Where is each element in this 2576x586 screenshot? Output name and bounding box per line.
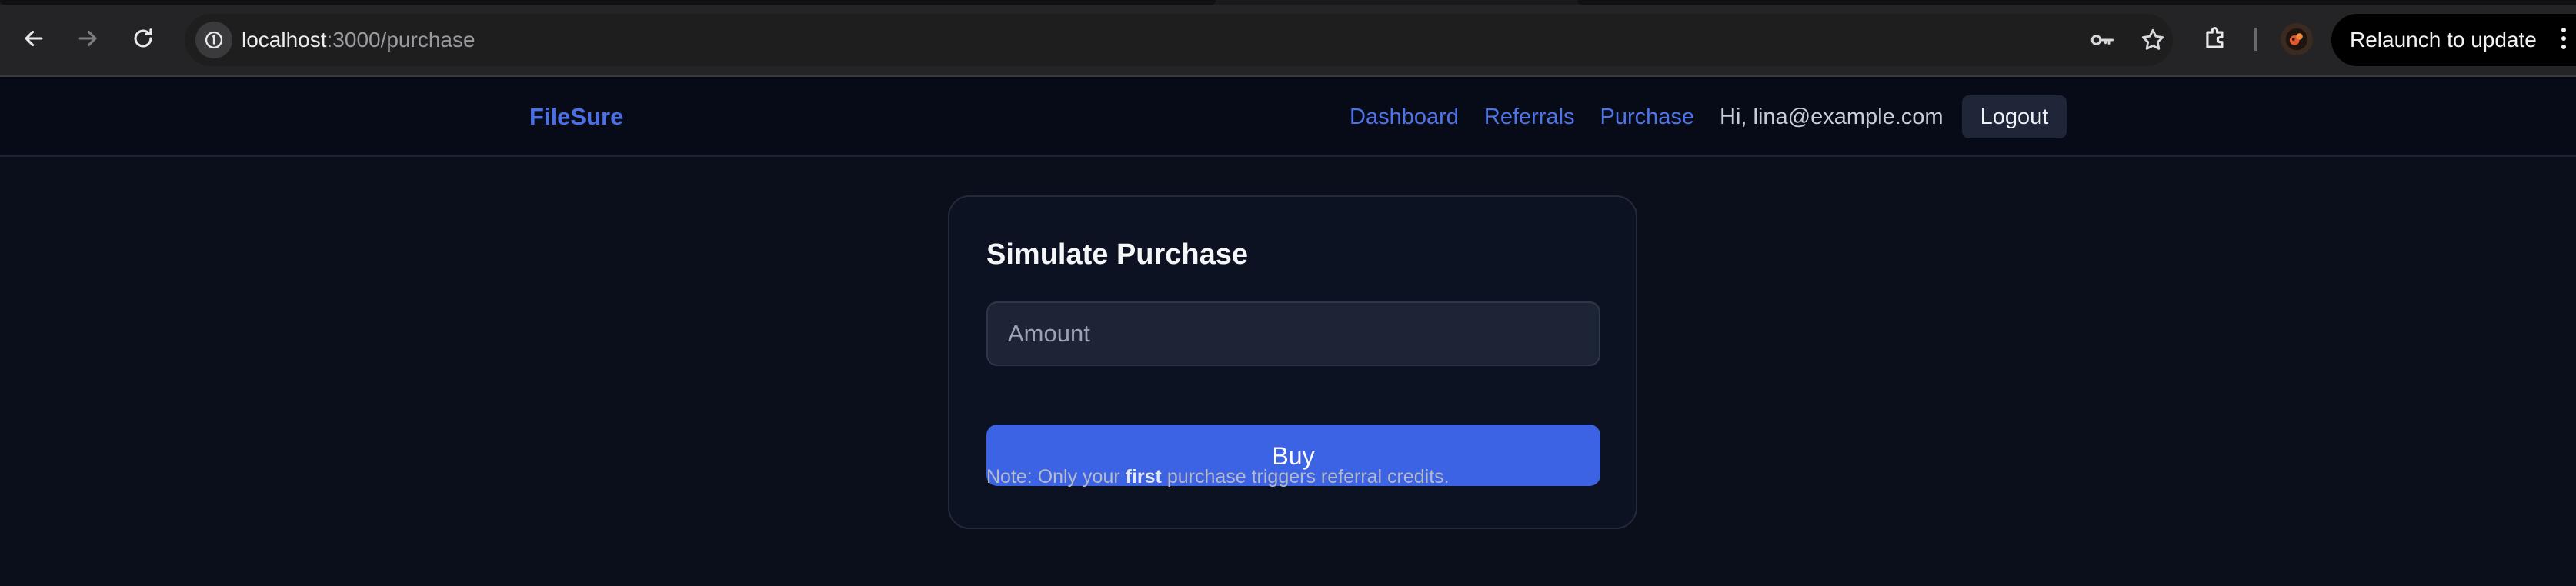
url-host: localhost	[242, 28, 327, 52]
info-icon	[205, 31, 223, 49]
puzzle-icon	[2206, 27, 2224, 48]
url-text[interactable]: localhost:3000/purchase	[242, 14, 475, 66]
app-navbar: FileSure Dashboard Referrals Purchase Hi…	[0, 77, 2576, 157]
reload-button[interactable]	[122, 17, 165, 60]
bookmark-button[interactable]	[2137, 25, 2168, 55]
reload-icon	[134, 28, 152, 48]
amount-input[interactable]	[986, 301, 1600, 366]
password-manager-button[interactable]	[2087, 25, 2117, 55]
arrow-left-icon	[25, 30, 43, 47]
extensions-button[interactable]	[2197, 20, 2234, 57]
nav-link-dashboard[interactable]: Dashboard	[1350, 105, 1459, 130]
tab-strip	[0, 0, 2576, 5]
arrow-right-icon	[78, 30, 97, 47]
profile-avatar[interactable]	[2281, 23, 2313, 55]
relaunch-label: Relaunch to update	[2350, 28, 2537, 52]
relaunch-to-update-button[interactable]: Relaunch to update	[2331, 14, 2576, 66]
nav-link-purchase[interactable]: Purchase	[1600, 105, 1695, 130]
user-greeting: Hi, lina@example.com	[1720, 104, 1944, 129]
address-bar[interactable]: localhost:3000/purchase	[185, 14, 2173, 66]
url-path: :3000/purchase	[326, 28, 475, 52]
card-title: Simulate Purchase	[986, 238, 1249, 271]
site-info-button[interactable]	[195, 22, 232, 58]
referral-note: Note: Only your first purchase triggers …	[986, 466, 1450, 488]
browser-toolbar: localhost:3000/purchase Relaunch to upda…	[0, 0, 2576, 77]
main-content: Simulate Purchase Buy	[0, 157, 2576, 586]
key-icon	[2090, 35, 2114, 45]
note-prefix: Note: Only your	[986, 466, 1126, 488]
back-button[interactable]	[12, 17, 55, 60]
brand-logo[interactable]: FileSure	[529, 77, 623, 157]
toolbar-divider	[2254, 28, 2257, 51]
note-suffix: purchase triggers referral credits.	[1161, 466, 1450, 488]
profile-icon	[2285, 28, 2308, 51]
kebab-menu-icon[interactable]	[2559, 28, 2568, 52]
forward-button[interactable]	[66, 17, 109, 60]
logout-button[interactable]: Logout	[1961, 95, 2067, 138]
star-icon	[2141, 28, 2164, 50]
nav-links: Dashboard Referrals Purchase Hi, lina@ex…	[1350, 77, 2067, 157]
note-emphasis: first	[1125, 466, 1162, 488]
nav-link-referrals[interactable]: Referrals	[1484, 105, 1575, 130]
